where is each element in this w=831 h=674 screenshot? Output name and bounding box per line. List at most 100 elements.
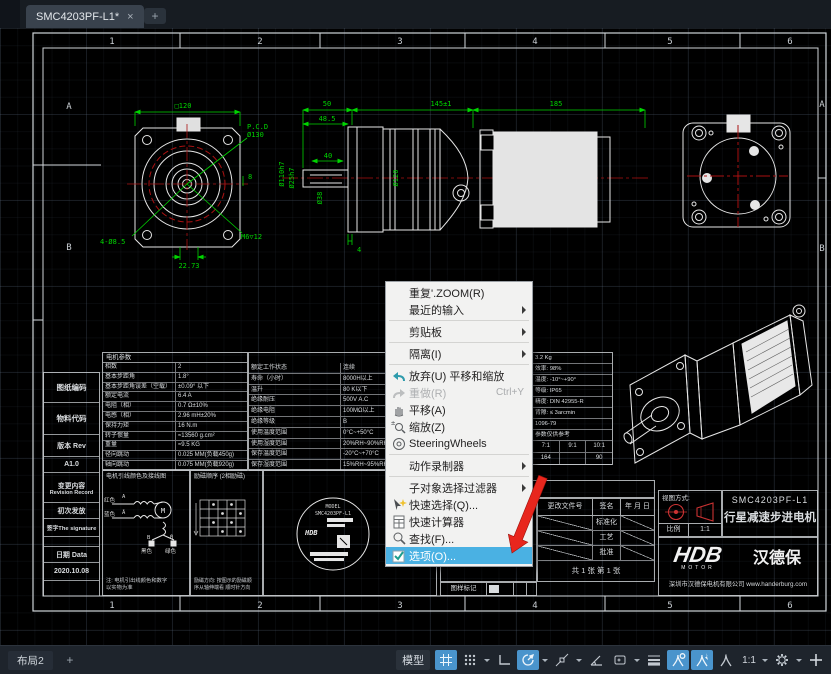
menu-label: 快速选择(Q)... [409, 497, 528, 513]
polar-dropdown[interactable] [541, 650, 549, 670]
tab-bar-corner [0, 0, 20, 28]
sign-header: 签名 [593, 499, 621, 515]
new-tab-button[interactable]: + [144, 8, 166, 24]
svg-text:5: 5 [667, 37, 672, 47]
drawing-mark-label: 图样标记 [441, 583, 487, 595]
table-row: 保持力矩 16 N.m [103, 422, 247, 432]
gear-value-row: 164 90 [533, 453, 612, 465]
submenu-arrow-icon [522, 350, 526, 358]
sheet-count: 共 1 张 第 1 张 [538, 561, 654, 581]
table-row: 转子惯量 ≈13560 g.cm² [103, 432, 247, 442]
revision-panel: 图纸编码 物料代码 版本 Rev A1.0 变更内容 Revision Reco… [43, 372, 100, 596]
param-label: 绝缘耐压 [249, 395, 341, 406]
menu-label: 动作录制器 [409, 458, 522, 474]
param-label: 重量 [103, 441, 176, 451]
grid-toggle[interactable] [435, 650, 457, 670]
ortho-icon [496, 652, 512, 668]
otrack-toggle[interactable] [585, 650, 607, 670]
excitation-note-1: 励磁方向: 按图示的励磁顺 [194, 578, 252, 585]
gear-dropdown[interactable] [795, 650, 803, 670]
rev-label: 版本 Rev [44, 435, 99, 457]
model-space-button[interactable]: 模型 [396, 650, 430, 670]
menu-label: 查找(F)... [409, 531, 528, 547]
file-tab[interactable]: SMC4203PF-L1* × [26, 5, 144, 28]
rev-value: A1.0 [44, 457, 99, 473]
gear-spec-table: 3.2 Kg效率: 98%温度: -10°~+90°等级: IP65精度: DI… [532, 352, 613, 465]
menu-label: 最近的输入 [409, 302, 522, 318]
sign-table: 更改文件号 签名 年 月 日 标准化 工艺 批准 共 1 张 第 1 张 [537, 498, 655, 582]
hdb-logo: HDB MOTOR [659, 542, 737, 571]
status-customize-button[interactable] [805, 650, 827, 670]
context-menu: 重复'.ZOOM(R) 最近的输入 剪贴板 隔离(I) 放弃(U) 平移和缩放 [385, 281, 533, 567]
menu-label: 缩放(Z) [409, 419, 528, 435]
standardize-label: 标准化 [593, 516, 621, 530]
menu-item-action-recorder[interactable]: 动作录制器 [386, 457, 532, 474]
object-snap-dropdown[interactable] [575, 650, 583, 670]
param-label: 寿命（小时） [249, 374, 341, 385]
annotation-scale-value[interactable]: 1:1 [739, 655, 759, 666]
svg-text:M6▽12: M6▽12 [241, 233, 262, 241]
layout-tab[interactable]: 布局2 [8, 651, 53, 670]
param-value: 0.7 Ω±10% [176, 402, 247, 412]
value-cell [560, 453, 587, 465]
menu-label: 选项(O)... [409, 548, 528, 564]
table-row: 参数仅供参考 [533, 430, 612, 441]
grid-icon [438, 652, 454, 668]
polar-tracking-toggle[interactable] [517, 650, 539, 670]
menu-item-redo[interactable]: 重做(R) Ctrl+Y [386, 384, 532, 401]
menu-item-repeat-zoom[interactable]: 重复'.ZOOM(R) [386, 284, 532, 301]
menu-item-isolate[interactable]: 隔离(I) [386, 345, 532, 362]
zoom-icon: ± [389, 419, 409, 435]
menu-item-zoom[interactable]: ± 缩放(Z) [386, 418, 532, 435]
lineweight-toggle[interactable] [643, 650, 665, 670]
table-row: 电感（相） 2.96 mH±20% [103, 412, 247, 422]
menu-item-recent-input[interactable]: 最近的输入 [386, 301, 532, 318]
ratio-cell: 7:1 [533, 441, 560, 453]
menu-item-quick-select[interactable]: 快速选择(Q)... [386, 496, 532, 513]
mark-box [489, 585, 499, 593]
snap-toggle[interactable] [459, 650, 481, 670]
signature-label: 签字The signature [44, 519, 99, 537]
menu-item-pan[interactable]: 平移(A) [386, 401, 532, 418]
date-value: 2020.10.08 [44, 563, 99, 581]
snap-dropdown[interactable] [483, 650, 491, 670]
redo-icon [389, 385, 409, 401]
dynamic-input-toggle[interactable] [609, 650, 631, 670]
wiring-note: 注: 电机引出线颜色和数字 以实物为准 [106, 578, 167, 592]
submenu-arrow-icon [522, 306, 526, 314]
ortho-toggle[interactable] [493, 650, 515, 670]
customization-gear-button[interactable] [771, 650, 793, 670]
annotation-autoscale-toggle[interactable] [691, 650, 713, 670]
svg-text:8: 8 [248, 173, 252, 181]
param-value: 2 [176, 363, 247, 373]
autocad-window: SMC4203PF-L1* × + [0, 0, 831, 674]
annotation-scale-toggle[interactable] [715, 650, 737, 670]
menu-item-options[interactable]: 选项(O)... [386, 547, 532, 564]
dynamic-input-dropdown[interactable] [633, 650, 641, 670]
menu-separator [389, 320, 529, 321]
param-label: 额定电流 [103, 392, 176, 402]
motor-table-title: 电机参数 [103, 353, 247, 363]
annotation-visibility-toggle[interactable] [667, 650, 689, 670]
svg-text:145±1: 145±1 [430, 100, 451, 108]
object-snap-toggle[interactable] [551, 650, 573, 670]
menu-item-undo[interactable]: 放弃(U) 平移和缩放 [386, 367, 532, 384]
drawing-canvas[interactable]: 12 34 56 12 34 56 AB AB [0, 28, 831, 645]
param-label: 电感（相） [103, 412, 176, 422]
new-layout-button[interactable]: + [61, 653, 79, 667]
menu-label: 剪贴板 [409, 324, 522, 340]
menu-separator [389, 342, 529, 343]
menu-item-subobject-filter[interactable]: 子对象选择过滤器 [386, 479, 532, 496]
menu-item-clipboard[interactable]: 剪贴板 [386, 323, 532, 340]
upper-cells-right [537, 480, 655, 498]
scale-dropdown[interactable] [761, 650, 769, 670]
gear-ratio-row: 7:1 9:1 10:1 [533, 441, 612, 453]
drawing-mark-row: 图样标记 [440, 582, 537, 596]
scale-value: 1:1 [689, 524, 721, 536]
wiring-title: 电机引线颜色及接线图 [103, 471, 189, 483]
menu-item-find[interactable]: 查找(F)... [386, 530, 532, 547]
menu-item-quick-calculator[interactable]: 快速计算器 [386, 513, 532, 530]
svg-text:5: 5 [667, 601, 672, 611]
close-icon[interactable]: × [127, 11, 133, 23]
menu-item-steeringwheels[interactable]: SteeringWheels [386, 435, 532, 452]
